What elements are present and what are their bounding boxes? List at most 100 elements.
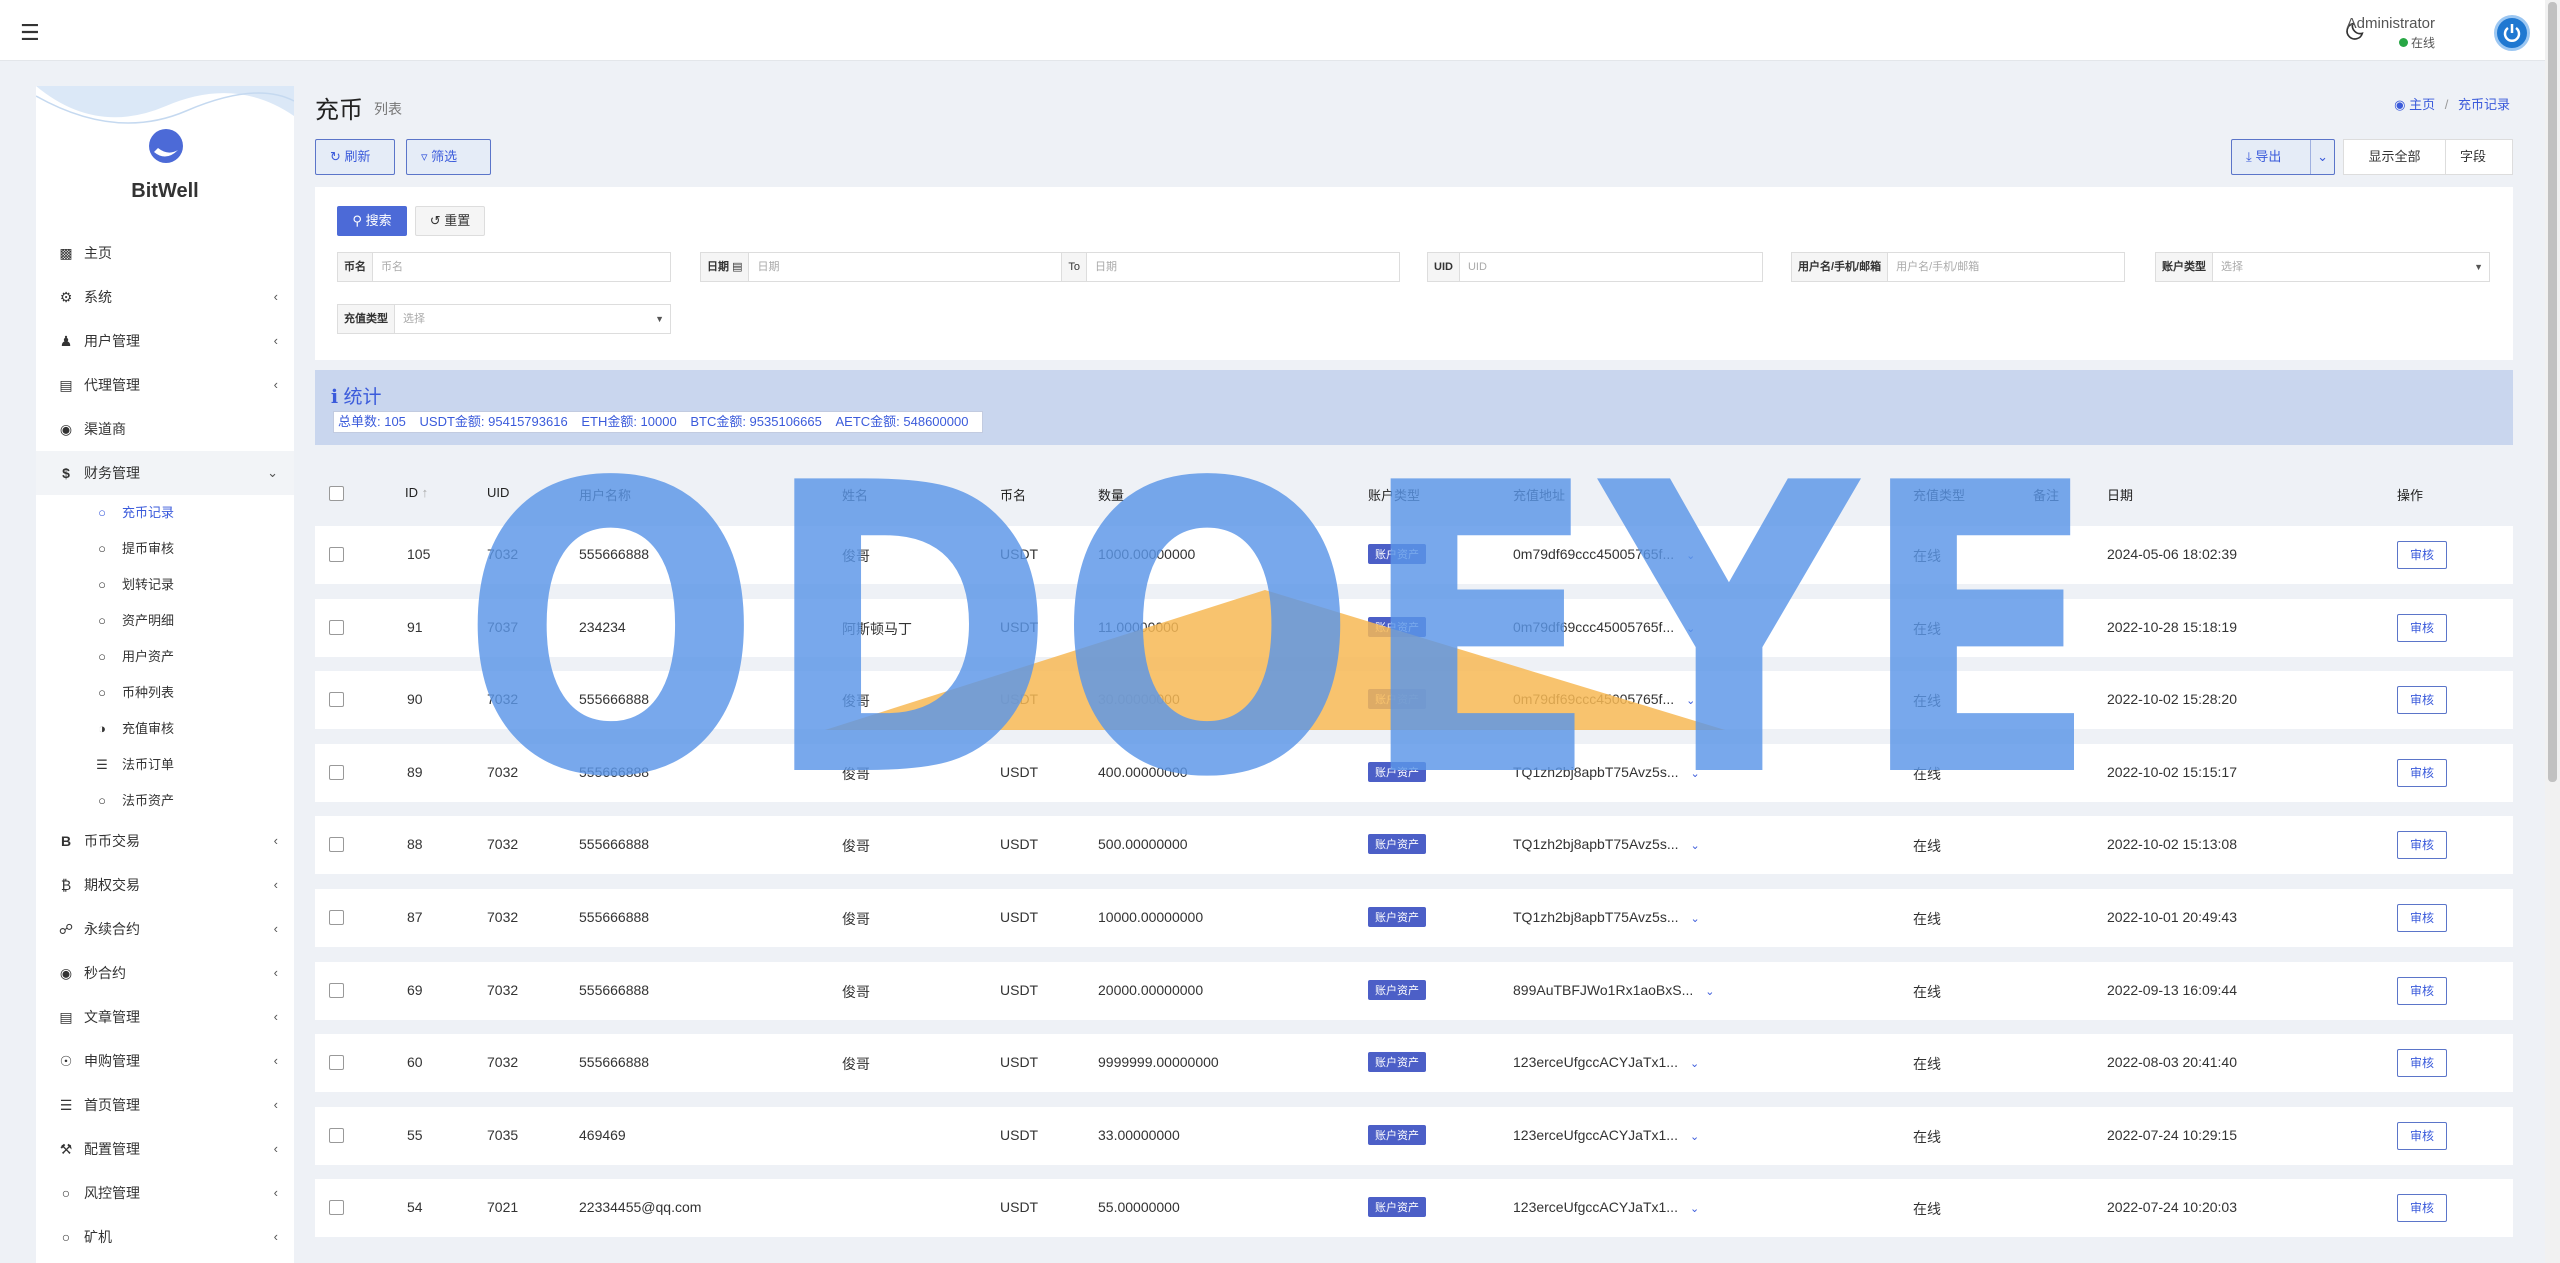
recharge-type-select[interactable]: 选择 ▼ xyxy=(395,305,670,333)
sidebar-item-system[interactable]: ⚙ 系统 ‹ xyxy=(36,275,294,319)
cell-address[interactable]: 0m79df69ccc45005765f... ⌄ xyxy=(1513,691,1695,707)
audit-button[interactable]: 审核 xyxy=(2397,831,2447,859)
sidebar-item-homepage-management[interactable]: ☰ 首页管理 ‹ xyxy=(36,1083,294,1127)
audit-button[interactable]: 审核 xyxy=(2397,1049,2447,1077)
audit-button[interactable]: 审核 xyxy=(2397,541,2447,569)
expand-chevron-icon[interactable]: ⌄ xyxy=(1705,986,1714,998)
cell-id: 87 xyxy=(407,909,423,925)
sidebar-subitem-label: 币种列表 xyxy=(122,685,175,700)
cell-address[interactable]: 123erceUfgccACYJaTx1... ⌄ xyxy=(1513,1127,1699,1143)
row-checkbox[interactable] xyxy=(329,1128,344,1143)
cell-id: 88 xyxy=(407,836,423,852)
admin-name[interactable]: Administrator xyxy=(2347,15,2435,32)
cell-address[interactable]: 0m79df69ccc45005765f... ⌄ xyxy=(1513,546,1695,562)
row-checkbox[interactable] xyxy=(329,1055,344,1070)
sidebar-item-channel[interactable]: ◉ 渠道商 xyxy=(36,407,294,451)
account-type-select[interactable]: 选择 ▼ xyxy=(2213,253,2489,281)
fields-dropdown[interactable]: 字段 ⌄ xyxy=(2445,139,2513,198)
cell-username: 555666888 xyxy=(579,546,650,562)
audit-button[interactable]: 审核 xyxy=(2397,904,2447,932)
cell-address[interactable]: 123erceUfgccACYJaTx1... ⌄ xyxy=(1513,1054,1699,1070)
hamburger-menu-icon[interactable]: ☰ xyxy=(20,20,40,46)
row-checkbox[interactable] xyxy=(329,620,344,635)
sidebar-item-agent-management[interactable]: ▤ 代理管理 ‹ xyxy=(36,363,294,407)
reset-button[interactable]: ↺ 重置 xyxy=(415,206,485,236)
sidebar-item-perpetual-contract[interactable]: ☍ 永续合约 ‹ xyxy=(36,907,294,951)
audit-button[interactable]: 审核 xyxy=(2397,614,2447,642)
search-button[interactable]: ⚲ 搜索 xyxy=(337,206,407,236)
cell-address[interactable]: 899AuTBFJWo1Rx1aoBxS... ⌄ xyxy=(1513,982,1715,998)
sidebar-subitem-label: 提币审核 xyxy=(122,541,175,556)
row-checkbox[interactable] xyxy=(329,692,344,707)
expand-chevron-icon[interactable]: ⌄ xyxy=(1690,1131,1699,1143)
sidebar-item-risk-management[interactable]: ○ 风控管理 ‹ xyxy=(36,1171,294,1215)
row-checkbox[interactable] xyxy=(329,837,344,852)
chevron-down-icon[interactable]: ⌄ xyxy=(2310,140,2328,174)
expand-chevron-icon[interactable]: ⌄ xyxy=(1686,695,1695,707)
sidebar-item-config-management[interactable]: ⚒ 配置管理 ‹ xyxy=(36,1127,294,1171)
sidebar-item-second-contract[interactable]: ◉ 秒合约 ‹ xyxy=(36,951,294,995)
sidebar-item-options-trading[interactable]: ₿ 期权交易 ‹ xyxy=(36,863,294,907)
sidebar-subitem-deposit-records[interactable]: ○ 充币记录 xyxy=(36,495,294,531)
chevron-left-icon: ‹ xyxy=(273,333,278,348)
sidebar-item-article-management[interactable]: ▤ 文章管理 ‹ xyxy=(36,995,294,1039)
uid-input[interactable]: UID xyxy=(1460,253,1762,281)
show-all-button[interactable]: 显示全部 xyxy=(2343,139,2446,175)
sidebar-item-user-management[interactable]: ♟ 用户管理 ‹ xyxy=(36,319,294,363)
refresh-button[interactable]: ↻ 刷新 xyxy=(315,139,395,175)
audit-button[interactable]: 审核 xyxy=(2397,759,2447,787)
select-all-checkbox[interactable] xyxy=(329,486,344,501)
cell-address[interactable]: TQ1zh2bj8apbT75Avz5s... ⌄ xyxy=(1513,764,1700,780)
row-checkbox[interactable] xyxy=(329,547,344,562)
row-checkbox[interactable] xyxy=(329,983,344,998)
expand-chevron-icon[interactable]: ⌄ xyxy=(1690,1203,1699,1215)
export-button[interactable]: ⤓ 导出 ⌄ xyxy=(2231,139,2335,175)
expand-chevron-icon[interactable]: ⌄ xyxy=(1691,840,1700,852)
row-checkbox[interactable] xyxy=(329,910,344,925)
audit-button[interactable]: 审核 xyxy=(2397,686,2447,714)
expand-chevron-icon[interactable]: ⌄ xyxy=(1686,623,1695,635)
sidebar-subitem-fiat-orders[interactable]: ☰ 法币订单 xyxy=(36,747,294,783)
sidebar-item-label: 主页 xyxy=(84,245,112,261)
cell-address[interactable]: 123erceUfgccACYJaTx1... ⌄ xyxy=(1513,1199,1699,1215)
sidebar-subitem-user-assets[interactable]: ○ 用户资产 xyxy=(36,639,294,675)
coin-input[interactable]: 币名 xyxy=(373,253,670,281)
user-input[interactable]: 用户名/手机/邮箱 xyxy=(1888,253,2124,281)
col-id[interactable]: ID ↑ xyxy=(405,485,428,500)
sidebar-item-mining[interactable]: ○ 矿机 ‹ xyxy=(36,1215,294,1259)
expand-chevron-icon[interactable]: ⌄ xyxy=(1691,913,1700,925)
cell-amount: 400.00000000 xyxy=(1098,764,1188,780)
vertical-scrollbar[interactable] xyxy=(2545,0,2560,1263)
expand-chevron-icon[interactable]: ⌄ xyxy=(1690,1058,1699,1070)
audit-button[interactable]: 审核 xyxy=(2397,977,2447,1005)
sidebar-subitem-fiat-assets[interactable]: ○ 法币资产 xyxy=(36,783,294,819)
sidebar-item-label: 财务管理 xyxy=(84,465,140,481)
sidebar-subitem-recharge-review[interactable]: ◑ 充值审核 xyxy=(36,711,294,747)
breadcrumb-home[interactable]: 主页 xyxy=(2409,97,2435,112)
cell-address[interactable]: 0m79df69ccc45005765f... ⌄ xyxy=(1513,619,1695,635)
sidebar-subitem-transfer-records[interactable]: ○ 划转记录 xyxy=(36,567,294,603)
cell-address[interactable]: TQ1zh2bj8apbT75Avz5s... ⌄ xyxy=(1513,836,1700,852)
sidebar-item-subscription-management[interactable]: ☉ 申购管理 ‹ xyxy=(36,1039,294,1083)
address-text: TQ1zh2bj8apbT75Avz5s... xyxy=(1513,836,1679,852)
audit-button[interactable]: 审核 xyxy=(2397,1194,2447,1222)
expand-chevron-icon[interactable]: ⌄ xyxy=(1686,550,1695,562)
avatar[interactable] xyxy=(2494,15,2530,51)
scrollbar-thumb[interactable] xyxy=(2548,2,2557,782)
cell-amount: 500.00000000 xyxy=(1098,836,1188,852)
row-checkbox[interactable] xyxy=(329,765,344,780)
sidebar-subitem-coin-list[interactable]: ○ 币种列表 xyxy=(36,675,294,711)
expand-chevron-icon[interactable]: ⌄ xyxy=(1691,768,1700,780)
row-checkbox[interactable] xyxy=(329,1200,344,1215)
date-to-input[interactable]: 日期 xyxy=(1087,253,1399,281)
cell-address[interactable]: TQ1zh2bj8apbT75Avz5s... ⌄ xyxy=(1513,909,1700,925)
audit-button[interactable]: 审核 xyxy=(2397,1122,2447,1150)
sidebar-item-home[interactable]: ▩ 主页 xyxy=(36,231,294,275)
sidebar-item-finance[interactable]: $ 财务管理 ⌄ xyxy=(36,451,294,495)
filter-button[interactable]: ▿ 筛选 xyxy=(406,139,491,175)
sidebar-subitem-withdraw-review[interactable]: ○ 提币审核 xyxy=(36,531,294,567)
sidebar-subitem-asset-details[interactable]: ○ 资产明细 xyxy=(36,603,294,639)
stat-usdt-amount: USDT金额: 95415793616 xyxy=(419,414,568,429)
date-from-input[interactable]: 日期 xyxy=(749,253,1063,281)
sidebar-item-spot-trading[interactable]: B 币币交易 ‹ xyxy=(36,819,294,863)
